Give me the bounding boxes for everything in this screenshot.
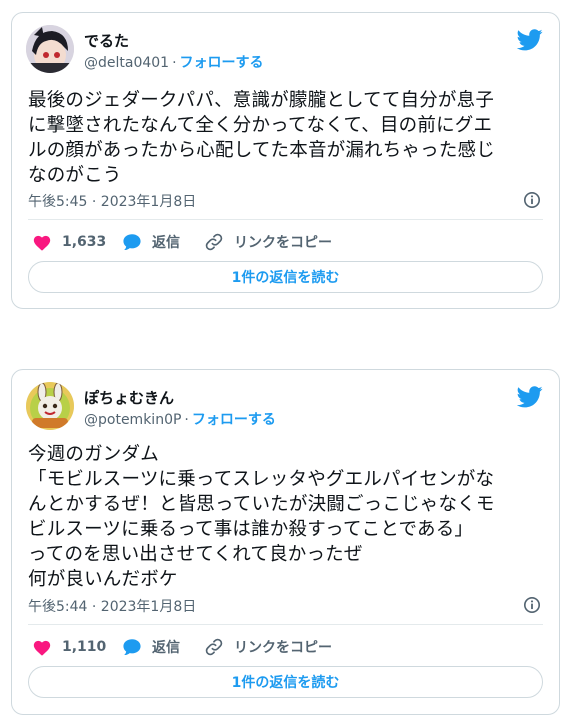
divider: [28, 624, 543, 625]
twitter-bird-icon[interactable]: [517, 29, 543, 51]
avatar[interactable]: [26, 25, 74, 73]
handle-line: @delta0401 · フォローする: [84, 52, 264, 72]
tweet-actions: 1,633 返信 リンクをコピー: [28, 230, 543, 254]
avatar[interactable]: [26, 382, 74, 430]
reply-label: 返信: [152, 640, 180, 656]
follow-button[interactable]: フォローする: [192, 412, 276, 428]
tweet-text: 最後のジェダークパパ、意識が朦朧としてて自分が息子 に撃墜されたなんて全く分かっ…: [28, 90, 495, 186]
copy-link-label: リンクをコピー: [234, 235, 332, 251]
timestamp[interactable]: 午後5:45 · 2023年1月8日: [28, 194, 196, 210]
user-handle[interactable]: @delta0401: [84, 55, 169, 71]
display-name[interactable]: ぽちょむきん: [84, 387, 174, 408]
copy-link-label: リンクをコピー: [234, 640, 332, 656]
follow-button[interactable]: フォローする: [180, 55, 264, 71]
tweet-card: ぽちょむきん @potemkin0P · フォローする 今週のガンダム 「モビルスー…: [11, 369, 560, 715]
tweet-header: ぽちょむきん @potemkin0P · フォローする: [26, 382, 545, 432]
like-count: 1,110: [62, 639, 107, 655]
read-replies-button[interactable]: 1件の返信を読む: [28, 666, 543, 698]
reply-label: 返信: [152, 235, 180, 251]
info-icon[interactable]: [523, 596, 541, 614]
like-button[interactable]: 1,633: [32, 230, 106, 254]
heart-icon: [33, 640, 51, 656]
twitter-bird-icon[interactable]: [517, 386, 543, 408]
tweet-meta: 午後5:44 · 2023年1月8日: [28, 596, 543, 616]
user-handle[interactable]: @potemkin0P: [84, 412, 181, 428]
like-count: 1,633: [62, 234, 107, 250]
copy-link-button[interactable]: リンクをコピー: [204, 230, 332, 254]
heart-icon: [33, 235, 51, 251]
read-replies-button[interactable]: 1件の返信を読む: [28, 261, 543, 293]
speech-bubble-icon: [123, 639, 141, 656]
display-name[interactable]: でるた: [84, 30, 129, 51]
tweet-header: でるた @delta0401 · フォローする: [26, 25, 545, 75]
copy-link-button[interactable]: リンクをコピー: [204, 635, 332, 659]
tweet-card: でるた @delta0401 · フォローする 最後のジェダークパパ、意識が朦朧とし…: [11, 12, 560, 309]
link-icon: [205, 638, 223, 656]
info-icon[interactable]: [523, 191, 541, 209]
handle-line: @potemkin0P · フォローする: [84, 409, 276, 429]
separator: ·: [172, 55, 177, 71]
divider: [28, 219, 543, 220]
reply-button[interactable]: 返信: [122, 635, 180, 659]
tweet-actions: 1,110 返信 リンクをコピー: [28, 635, 543, 659]
timestamp[interactable]: 午後5:44 · 2023年1月8日: [28, 599, 196, 615]
separator: ·: [184, 412, 189, 428]
reply-button[interactable]: 返信: [122, 230, 180, 254]
link-icon: [205, 233, 223, 251]
like-button[interactable]: 1,110: [32, 635, 106, 659]
speech-bubble-icon: [123, 234, 141, 251]
tweet-meta: 午後5:45 · 2023年1月8日: [28, 191, 543, 211]
tweet-text: 今週のガンダム 「モビルスーツに乗ってスレッタやグエルパイセンがな んとかするぜ…: [28, 444, 495, 590]
